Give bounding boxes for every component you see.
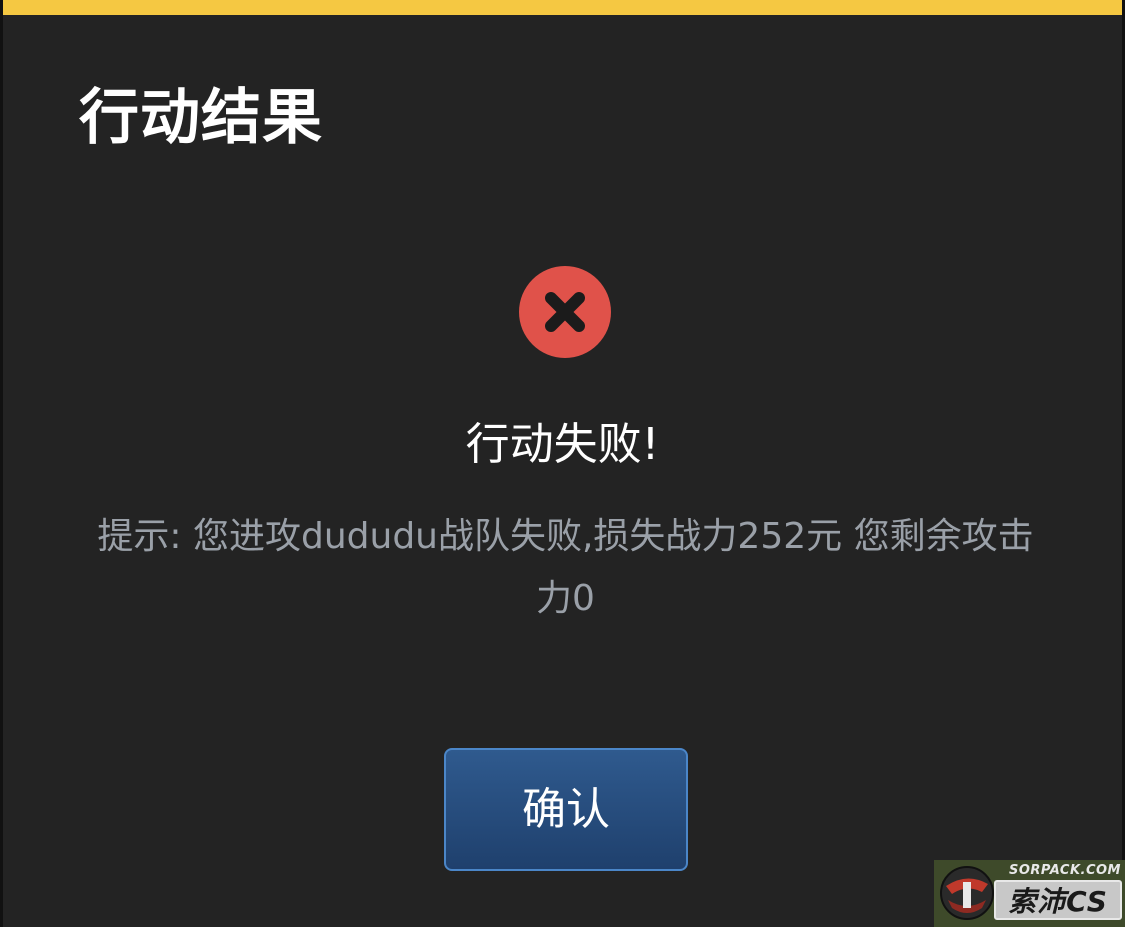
- dialog-title: 行动结果: [79, 83, 323, 153]
- error-x-glyph: [545, 292, 585, 332]
- watermark: SORPACK.COM 索沛CS: [934, 860, 1125, 927]
- watermark-brand: 索沛CS: [994, 880, 1122, 920]
- confirm-button[interactable]: 确认: [444, 748, 688, 871]
- error-x-icon: [519, 266, 611, 358]
- dialog-accent-bar: [3, 0, 1122, 15]
- watermark-url: SORPACK.COM: [1008, 863, 1121, 878]
- watermark-logo-icon: [940, 866, 994, 920]
- result-message: 行动失败!: [465, 419, 660, 470]
- result-dialog: 行动结果 行动失败! 提示: 您进攻dududu战队失败,损失战力252元 您剩…: [0, 0, 1125, 927]
- hint-message: 提示: 您进攻dududu战队失败,损失战力252元 您剩余攻击力0: [97, 516, 1034, 619]
